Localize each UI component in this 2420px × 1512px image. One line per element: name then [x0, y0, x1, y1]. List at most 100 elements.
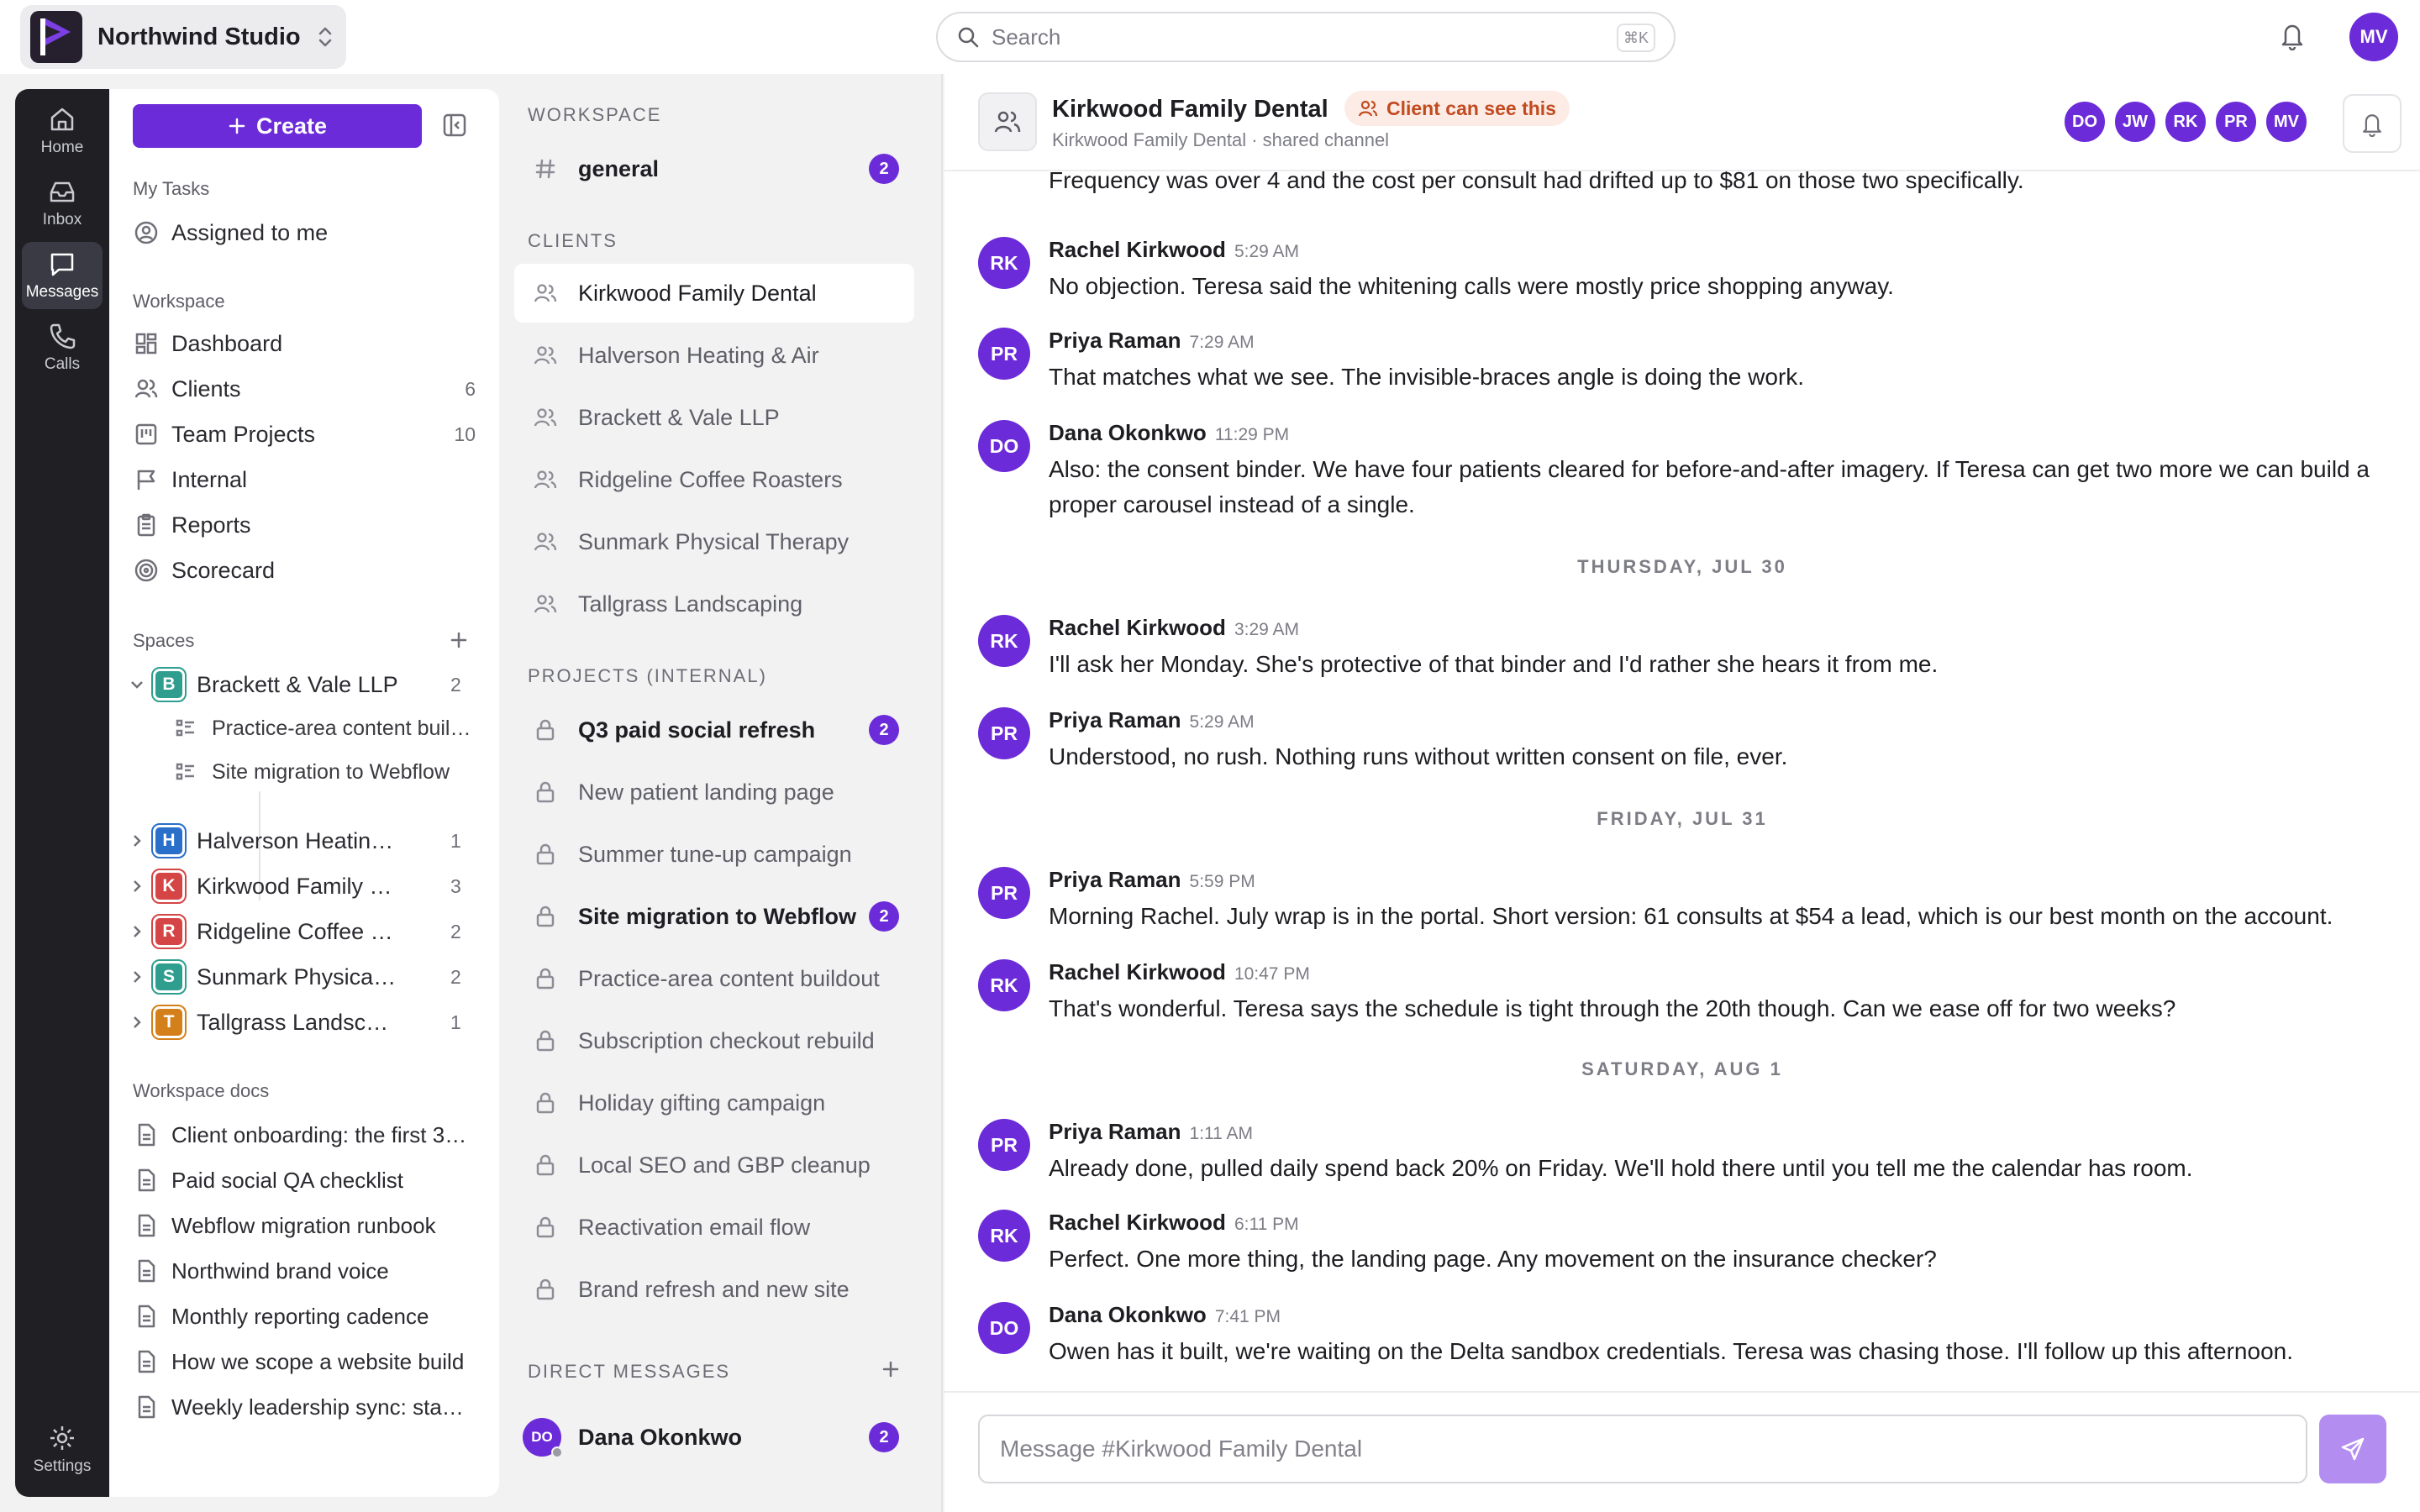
doc-item[interactable]: How we scope a website build	[133, 1341, 476, 1383]
chevron-right-icon[interactable]	[126, 833, 148, 848]
rail-settings[interactable]: Settings	[22, 1416, 103, 1483]
avatar[interactable]: RK	[978, 237, 1030, 289]
sidebar-item-dashboard[interactable]: Dashboard	[133, 323, 476, 365]
avatar[interactable]: RK	[978, 1210, 1030, 1262]
rail-messages[interactable]: Messages	[22, 242, 103, 309]
channel-ridgeline[interactable]: Ridgeline Coffee Roasters	[514, 450, 914, 509]
space-sunmark[interactable]: S Sunmark Physical Therapy 2	[126, 956, 476, 998]
channel-notifications-button[interactable]	[2343, 94, 2402, 153]
dm-dana[interactable]: DO Dana Okonkwo 2	[514, 1408, 914, 1467]
channel-project[interactable]: New patient landing page	[514, 763, 914, 822]
avatar[interactable]: PR	[978, 707, 1030, 759]
member-avatar[interactable]: DO	[2062, 99, 2107, 144]
rail-home-label: Home	[40, 139, 84, 156]
message-author[interactable]: Priya Raman	[1049, 707, 1181, 732]
space-name: Kirkwood Family Dental	[197, 873, 398, 899]
space-kirkwood[interactable]: K Kirkwood Family Dental 3	[126, 865, 476, 907]
space-tallgrass[interactable]: T Tallgrass Landscaping 1	[126, 1001, 476, 1043]
space-subitem[interactable]: Site migration to Webflow	[173, 751, 484, 793]
message-author[interactable]: Rachel Kirkwood	[1049, 1210, 1226, 1235]
channel-project[interactable]: Brand refresh and new site	[514, 1260, 914, 1319]
workspace-name: Northwind Studio	[97, 23, 301, 50]
sidebar-item-label: Clients	[171, 375, 241, 402]
member-avatar[interactable]: MV	[2264, 99, 2309, 144]
chevron-down-icon[interactable]	[126, 677, 148, 692]
message-author[interactable]: Priya Raman	[1049, 1119, 1181, 1144]
send-button[interactable]	[2319, 1415, 2386, 1483]
doc-item-label: Client onboarding: the first 30 days	[171, 1121, 474, 1147]
sidebar-item-scorecard[interactable]: Scorecard	[133, 549, 476, 591]
add-dm-plus-icon[interactable]	[881, 1359, 901, 1379]
channel-project[interactable]: Subscription checkout rebuild	[514, 1011, 914, 1070]
chevron-right-icon[interactable]	[126, 1015, 148, 1030]
doc-item[interactable]: Webflow migration runbook	[133, 1205, 476, 1247]
channel-project[interactable]: Site migration to Webflow 2	[514, 887, 914, 946]
notifications-bell-icon[interactable]	[2279, 20, 2306, 50]
doc-item[interactable]: Paid social QA checklist	[133, 1159, 476, 1201]
rail-calls[interactable]: Calls	[22, 314, 103, 381]
chevron-right-icon[interactable]	[126, 924, 148, 939]
avatar[interactable]: DO	[978, 1302, 1030, 1354]
space-ridgeline[interactable]: R Ridgeline Coffee Roasters 2	[126, 911, 476, 953]
avatar[interactable]: DO	[978, 420, 1030, 472]
channel-project[interactable]: Local SEO and GBP cleanup	[514, 1136, 914, 1194]
doc-item[interactable]: Weekly leadership sync: standing agenda	[133, 1386, 476, 1428]
chevron-right-icon[interactable]	[126, 879, 148, 894]
channel-halverson[interactable]: Halverson Heating & Air	[514, 326, 914, 385]
create-button[interactable]: Create	[133, 104, 422, 148]
search-placeholder: Search	[992, 24, 1061, 50]
channel-project[interactable]: Practice-area content buildout	[514, 949, 914, 1008]
rail-settings-label: Settings	[33, 1457, 92, 1475]
channel-general[interactable]: general 2	[514, 139, 914, 198]
sidebar-item-internal[interactable]: Internal	[133, 459, 476, 501]
avatar[interactable]: RK	[978, 615, 1030, 667]
message-input[interactable]	[978, 1415, 2307, 1483]
channel-brackett[interactable]: Brackett & Vale LLP	[514, 388, 914, 447]
flag-icon	[133, 467, 160, 492]
presence-dot	[551, 1446, 563, 1458]
message-author[interactable]: Dana Okonkwo	[1049, 420, 1207, 445]
channel-project[interactable]: Summer tune-up campaign	[514, 825, 914, 884]
search-bar[interactable]: Search ⌘K	[936, 12, 1676, 62]
workspace-switcher[interactable]: Northwind Studio	[20, 5, 346, 69]
avatar[interactable]: PR	[978, 328, 1030, 380]
space-brackett[interactable]: B Brackett & Vale LLP 2	[126, 664, 476, 706]
channels-workspace-heading: WORKSPACE	[528, 104, 662, 125]
sidebar-collapse-icon[interactable]	[442, 113, 467, 138]
client-visible-badge: Client can see this	[1344, 91, 1570, 126]
channel-sunmark[interactable]: Sunmark Physical Therapy	[514, 512, 914, 571]
doc-item[interactable]: Monthly reporting cadence	[133, 1295, 476, 1337]
message-author[interactable]: Rachel Kirkwood	[1049, 615, 1226, 640]
message-author[interactable]: Priya Raman	[1049, 328, 1181, 353]
channel-project[interactable]: Q3 paid social refresh 2	[514, 701, 914, 759]
avatar[interactable]: PR	[978, 1119, 1030, 1171]
message-author[interactable]: Rachel Kirkwood	[1049, 959, 1226, 984]
rail-inbox[interactable]: Inbox	[22, 170, 103, 237]
sidebar-item-reports[interactable]: Reports	[133, 504, 476, 546]
doc-item[interactable]: Client onboarding: the first 30 days	[133, 1114, 476, 1156]
sidebar-item-clients[interactable]: Clients 6	[133, 368, 476, 410]
user-avatar[interactable]: MV	[2349, 13, 2398, 61]
list-icon	[173, 717, 198, 740]
member-avatar[interactable]: JW	[2112, 99, 2158, 144]
message-author[interactable]: Priya Raman	[1049, 867, 1181, 892]
member-avatar[interactable]: PR	[2213, 99, 2259, 144]
space-halverson[interactable]: H Halverson Heating & Air 1	[126, 820, 476, 862]
message-list[interactable]: Frequency was over 4 and the cost per co…	[944, 171, 2420, 1391]
sidebar-item-assigned[interactable]: Assigned to me	[133, 212, 476, 254]
channel-kirkwood[interactable]: Kirkwood Family Dental	[514, 264, 914, 323]
rail-home[interactable]: Home	[22, 97, 103, 165]
avatar[interactable]: PR	[978, 867, 1030, 919]
space-subitem[interactable]: Practice-area content buildout	[173, 707, 484, 749]
doc-item[interactable]: Northwind brand voice	[133, 1250, 476, 1292]
sidebar-item-team-projects[interactable]: Team Projects 10	[133, 413, 476, 455]
message-author[interactable]: Rachel Kirkwood	[1049, 237, 1226, 262]
add-space-plus-icon[interactable]	[449, 630, 469, 650]
avatar[interactable]: RK	[978, 959, 1030, 1011]
member-avatar[interactable]: RK	[2163, 99, 2208, 144]
channel-project[interactable]: Holiday gifting campaign	[514, 1074, 914, 1132]
message-author[interactable]: Dana Okonkwo	[1049, 1302, 1207, 1327]
channel-tallgrass[interactable]: Tallgrass Landscaping	[514, 575, 914, 633]
chevron-right-icon[interactable]	[126, 969, 148, 984]
channel-project[interactable]: Reactivation email flow	[514, 1198, 914, 1257]
